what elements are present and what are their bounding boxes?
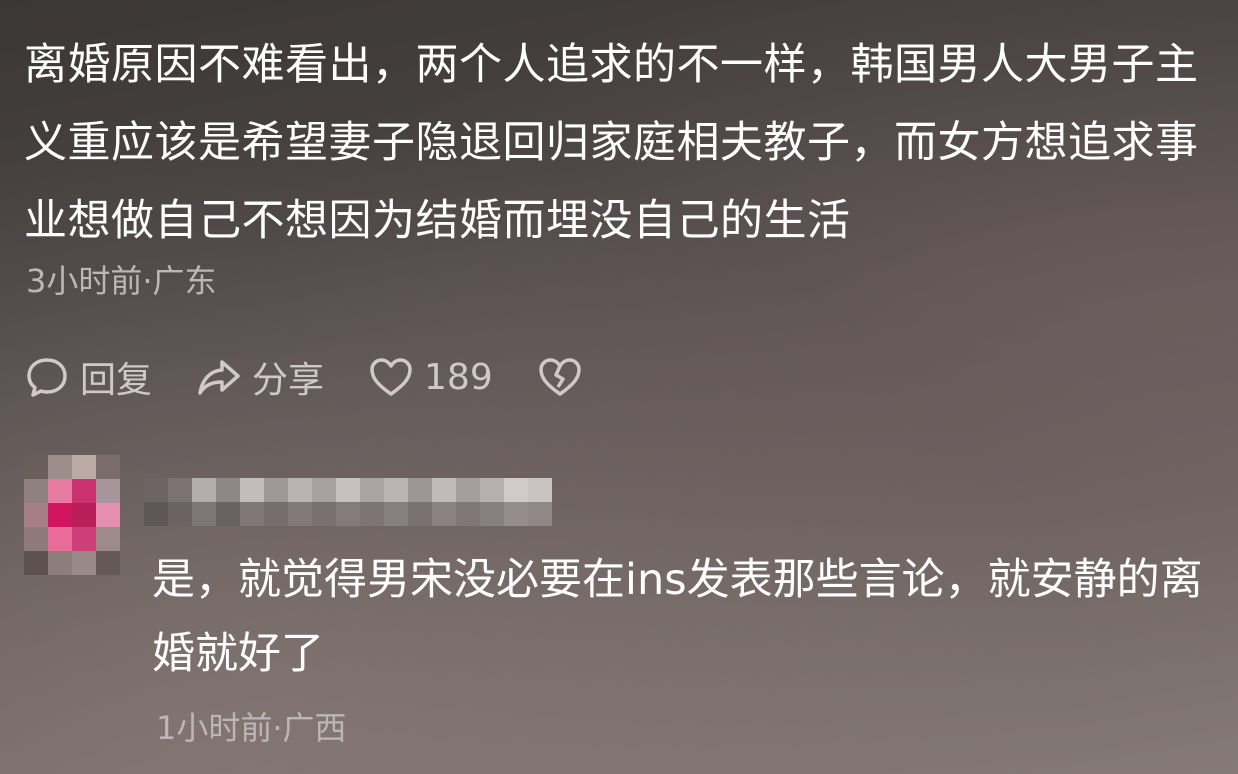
avatar[interactable] — [24, 455, 120, 575]
username-pixel — [264, 502, 288, 526]
reply-button[interactable]: 回复 — [24, 351, 152, 403]
username-pixel — [336, 502, 360, 526]
share-label: 分享 — [252, 360, 325, 401]
username-pixel — [240, 502, 264, 526]
username-pixel — [384, 478, 408, 502]
comment-meta: 3小时前·广东 — [26, 262, 217, 300]
avatar-pixel — [48, 455, 72, 479]
avatar-pixel — [24, 479, 48, 503]
username-blurred[interactable] — [144, 478, 552, 528]
username-pixel — [504, 502, 528, 526]
like-count: 189 — [424, 356, 493, 398]
username-pixel — [144, 502, 168, 526]
avatar-pixel — [24, 503, 48, 527]
username-pixel — [360, 478, 384, 502]
username-pixel — [288, 478, 312, 502]
avatar-pixel — [96, 527, 120, 551]
share-button[interactable]: 分享 — [196, 351, 324, 403]
username-pixel — [288, 502, 312, 526]
username-pixel — [384, 502, 408, 526]
username-pixel — [456, 502, 480, 526]
username-pixel — [216, 502, 240, 526]
username-pixel — [432, 502, 456, 526]
avatar-pixel — [24, 455, 48, 479]
avatar-pixel — [72, 551, 96, 575]
username-pixel — [264, 478, 288, 502]
username-pixel — [168, 502, 192, 526]
comment-text: 离婚原因不难看出，两个人追求的不一样，韩国男人大男子主义重应该是希望妻子隐退回归… — [24, 40, 1199, 246]
username-pixel — [480, 502, 504, 526]
comment-actions: 回复 分享 189 — [24, 350, 627, 404]
avatar-pixel — [96, 455, 120, 479]
username-pixel — [336, 478, 360, 502]
like-button[interactable]: 189 — [368, 354, 493, 400]
username-pixel — [312, 502, 336, 526]
avatar-pixel — [48, 551, 72, 575]
broken-heart-icon — [539, 358, 581, 396]
avatar-pixel — [72, 503, 96, 527]
avatar-pixel — [96, 503, 120, 527]
username-pixel — [192, 478, 216, 502]
avatar-pixel — [48, 479, 72, 503]
avatar-pixel — [24, 551, 48, 575]
username-pixel — [192, 502, 216, 526]
avatar-pixel — [72, 455, 96, 479]
heart-icon — [370, 358, 412, 396]
username-pixel — [216, 478, 240, 502]
username-pixel — [408, 502, 432, 526]
chat-bubble-icon — [27, 358, 67, 397]
username-pixel — [144, 478, 168, 502]
avatar-pixel — [72, 527, 96, 551]
share-arrow-icon — [198, 360, 240, 395]
username-pixel — [408, 478, 432, 502]
username-pixel — [312, 478, 336, 502]
username-pixel — [240, 478, 264, 502]
username-pixel — [528, 478, 552, 502]
reply-meta: 1小时前·广西 — [156, 709, 347, 747]
reply-text: 是，就觉得男宋没必要在ins发表那些言论，就安静的离婚就好了 — [152, 555, 1203, 679]
reply-label: 回复 — [80, 360, 153, 401]
username-pixel — [528, 502, 552, 526]
dislike-button[interactable] — [537, 354, 583, 400]
avatar-pixel — [96, 551, 120, 575]
avatar-pixel — [48, 527, 72, 551]
avatar-pixel — [24, 527, 48, 551]
username-pixel — [456, 478, 480, 502]
avatar-pixel — [48, 503, 72, 527]
username-pixel — [432, 478, 456, 502]
username-pixel — [168, 478, 192, 502]
username-pixel — [504, 478, 528, 502]
avatar-pixel — [72, 479, 96, 503]
username-pixel — [360, 502, 384, 526]
username-pixel — [480, 478, 504, 502]
avatar-pixel — [96, 479, 120, 503]
